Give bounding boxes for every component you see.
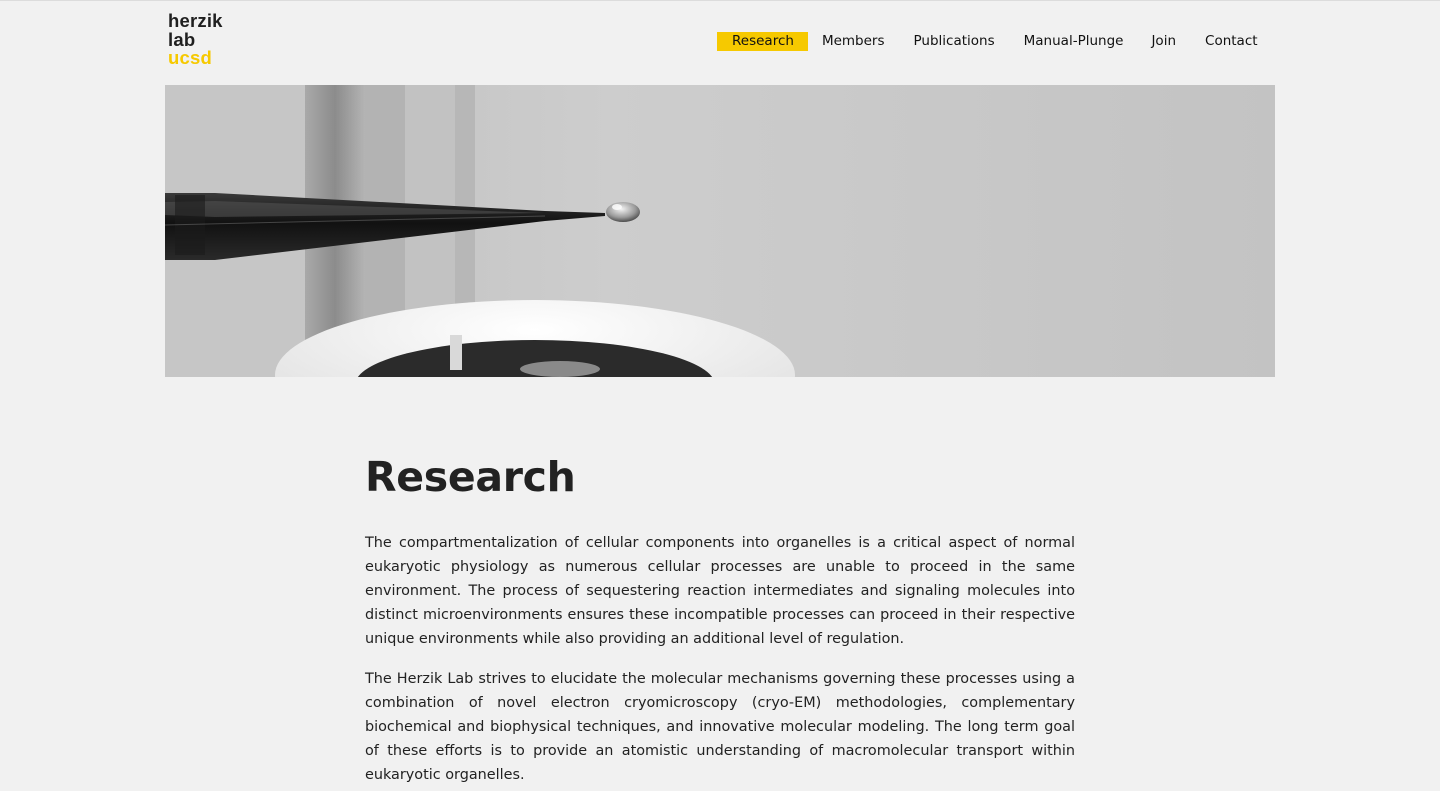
nav-publications[interactable]: Publications bbox=[914, 32, 995, 51]
nav-join[interactable]: Join bbox=[1151, 32, 1176, 51]
main-nav: Research Members Publications Manual-Plu… bbox=[717, 32, 1258, 51]
nav-manual-plunge[interactable]: Manual-Plunge bbox=[1024, 32, 1124, 51]
pipette-droplet-illustration bbox=[165, 85, 1275, 377]
hero-image bbox=[165, 85, 1275, 377]
research-paragraph-1: The compartmentalization of cellular com… bbox=[365, 535, 1075, 647]
main-content: Research The compartmentalization of cel… bbox=[365, 451, 1075, 787]
page-title: Research bbox=[365, 453, 576, 501]
logo-line-herzik: herzik bbox=[168, 10, 223, 31]
nav-contact[interactable]: Contact bbox=[1205, 32, 1258, 51]
site-header: herzik lab ucsd Research Members Publica… bbox=[0, 1, 1440, 85]
logo-line-ucsd: ucsd bbox=[168, 47, 212, 68]
nav-members[interactable]: Members bbox=[822, 32, 885, 51]
research-paragraph-2: The Herzik Lab strives to elucidate the … bbox=[365, 671, 1075, 783]
nav-research[interactable]: Research bbox=[717, 32, 808, 51]
site-logo[interactable]: herzik lab ucsd bbox=[168, 10, 223, 68]
